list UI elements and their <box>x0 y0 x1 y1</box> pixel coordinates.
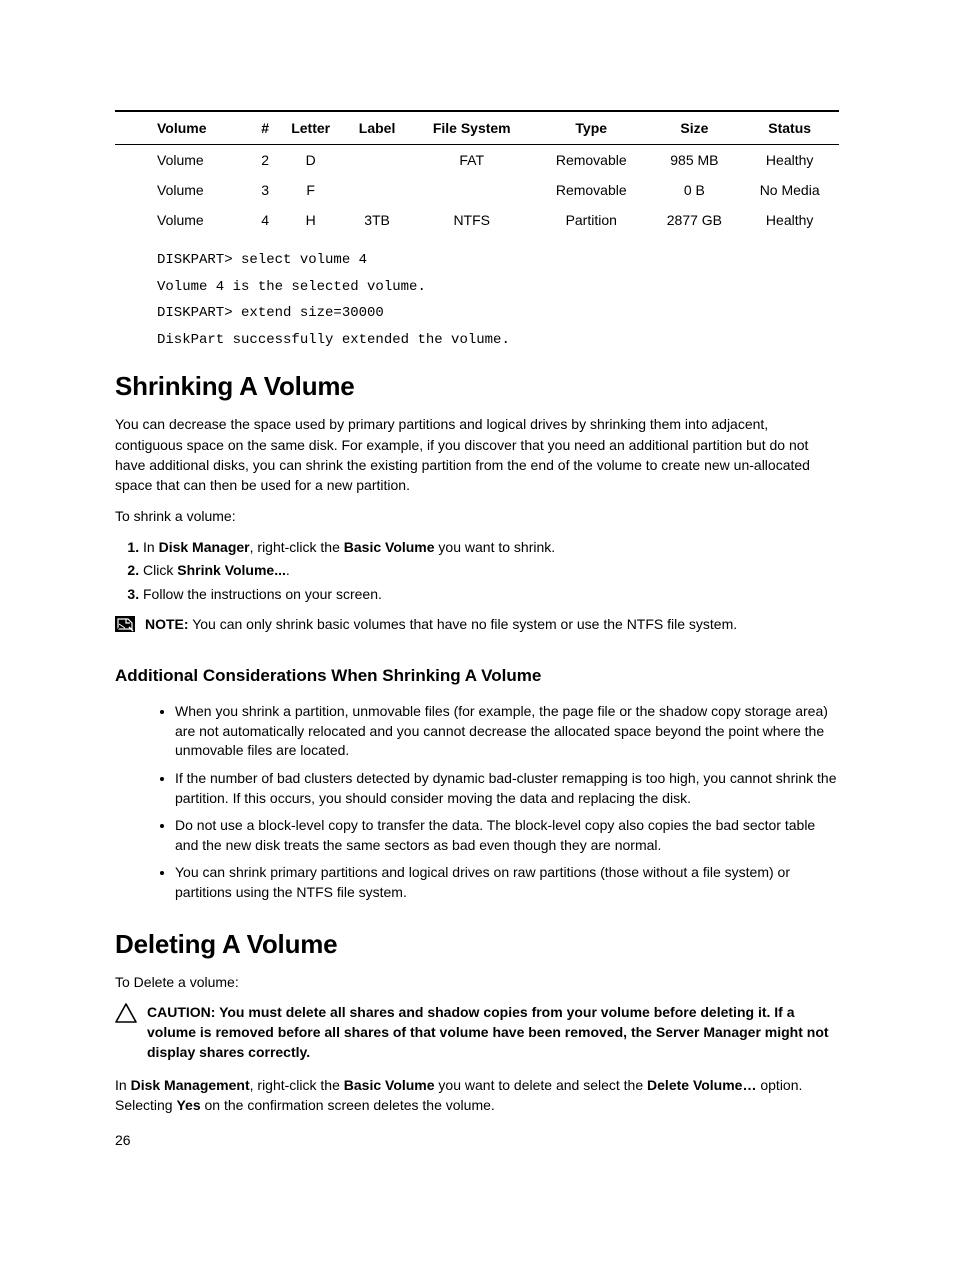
col-size: Size <box>648 111 740 145</box>
shrink-steps: In Disk Manager, right-click the Basic V… <box>115 536 839 607</box>
list-item: If the number of bad clusters detected b… <box>175 765 839 812</box>
caution-icon <box>115 1003 137 1023</box>
note: NOTE: You can only shrink basic volumes … <box>115 615 839 635</box>
step-1: In Disk Manager, right-click the Basic V… <box>143 536 839 560</box>
delete-para: In Disk Management, right-click the Basi… <box>115 1075 839 1116</box>
col-filesystem: File System <box>409 111 534 145</box>
note-text: NOTE: You can only shrink basic volumes … <box>145 615 737 635</box>
col-label: Label <box>345 111 410 145</box>
list-item: You can shrink primary partitions and lo… <box>175 859 839 906</box>
col-status: Status <box>740 111 839 145</box>
diskpart-output: DISKPART> select volume 4 Volume 4 is th… <box>157 247 839 353</box>
col-letter: Letter <box>277 111 345 145</box>
heading-shrinking: Shrinking A Volume <box>115 371 839 402</box>
caution-text: CAUTION: You must delete all shares and … <box>147 1002 839 1063</box>
table-row: Volume 3 F Removable 0 B No Media <box>115 175 839 205</box>
col-number: # <box>254 111 277 145</box>
col-type: Type <box>534 111 648 145</box>
volume-table: Volume # Letter Label File System Type S… <box>115 110 839 235</box>
page: Volume # Letter Label File System Type S… <box>0 0 954 1268</box>
list-item: When you shrink a partition, unmovable f… <box>175 698 839 765</box>
page-number: 26 <box>115 1132 131 1148</box>
list-item: Do not use a block-level copy to transfe… <box>175 812 839 859</box>
step-3: Follow the instructions on your screen. <box>143 583 839 607</box>
heading-deleting: Deleting A Volume <box>115 929 839 960</box>
caution: CAUTION: You must delete all shares and … <box>115 1002 839 1063</box>
table-header-row: Volume # Letter Label File System Type S… <box>115 111 839 145</box>
table-row: Volume 2 D FAT Removable 985 MB Healthy <box>115 145 839 176</box>
heading-additional: Additional Considerations When Shrinking… <box>115 666 839 686</box>
considerations-list: When you shrink a partition, unmovable f… <box>115 698 839 906</box>
table-row: Volume 4 H 3TB NTFS Partition 2877 GB He… <box>115 205 839 235</box>
shrink-intro: You can decrease the space used by prima… <box>115 414 839 495</box>
col-volume: Volume <box>115 111 254 145</box>
note-icon <box>115 616 135 632</box>
delete-lead: To Delete a volume: <box>115 972 839 992</box>
step-2: Click Shrink Volume.... <box>143 559 839 583</box>
shrink-lead: To shrink a volume: <box>115 506 839 526</box>
